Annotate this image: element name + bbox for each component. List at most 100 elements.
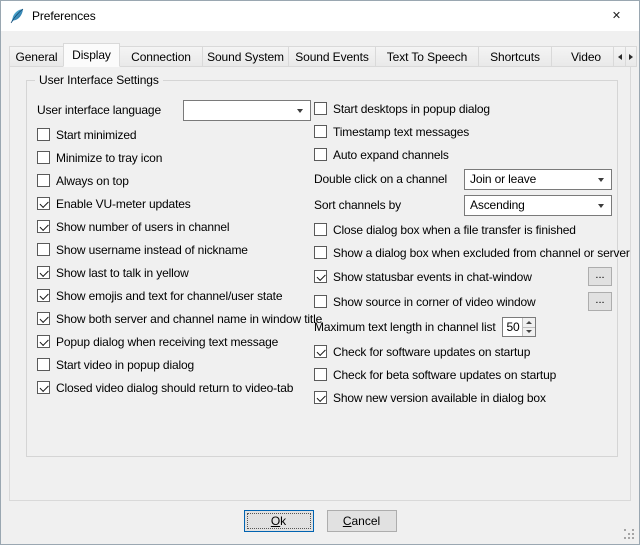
- tab-scroll-buttons: [613, 46, 637, 67]
- checkbox-start-minimized[interactable]: Start minimized: [37, 123, 311, 146]
- checkbox-icon: [37, 128, 50, 141]
- group-title: User Interface Settings: [35, 73, 163, 87]
- title-bar[interactable]: Preferences ✕: [1, 1, 639, 31]
- checkbox-icon: [37, 312, 50, 325]
- max-text-length-spinner[interactable]: 50: [502, 317, 536, 337]
- close-button[interactable]: ✕: [594, 1, 639, 30]
- checkbox-new-version-dialog[interactable]: Show new version available in dialog box: [314, 386, 612, 409]
- checkbox-emojis-and-text[interactable]: Show emojis and text for channel/user st…: [37, 284, 311, 307]
- tab-scroll-left-button[interactable]: [614, 47, 625, 66]
- chevron-down-icon: [598, 204, 604, 208]
- checkbox-excluded-dialog[interactable]: Show a dialog box when excluded from cha…: [314, 241, 612, 264]
- ok-button[interactable]: Ok: [244, 510, 314, 532]
- checkbox-server-channel-in-title[interactable]: Show both server and channel name in win…: [37, 307, 311, 330]
- checkbox-icon: [37, 220, 50, 233]
- checkbox-video-source-corner[interactable]: Show source in corner of video window: [314, 295, 536, 309]
- checkbox-timestamp-messages[interactable]: Timestamp text messages: [314, 120, 612, 143]
- checkbox-last-to-talk-yellow[interactable]: Show last to talk in yellow: [37, 261, 311, 284]
- statusbar-config-button[interactable]: ...: [588, 267, 612, 286]
- arrow-right-icon: [629, 54, 633, 60]
- tab-text-to-speech[interactable]: Text To Speech: [375, 46, 479, 67]
- close-icon: ✕: [612, 9, 621, 22]
- checkbox-icon: [314, 148, 327, 161]
- checkbox-label: Minimize to tray icon: [56, 151, 162, 165]
- checkbox-icon: [314, 223, 327, 236]
- checkbox-label: Show username instead of nickname: [56, 243, 248, 257]
- checkbox-show-user-count[interactable]: Show number of users in channel: [37, 215, 311, 238]
- checkbox-label: Start video in popup dialog: [56, 358, 194, 372]
- checkbox-icon: [314, 391, 327, 404]
- sort-channels-value: Ascending: [470, 198, 541, 212]
- checkbox-icon: [37, 197, 50, 210]
- checkbox-label: Start desktops in popup dialog: [333, 102, 490, 116]
- checkbox-desktops-popup[interactable]: Start desktops in popup dialog: [314, 97, 612, 120]
- checkbox-popup-on-text-message[interactable]: Popup dialog when receiving text message: [37, 330, 311, 353]
- ok-label: Ok: [271, 514, 286, 528]
- checkbox-label: Timestamp text messages: [333, 125, 469, 139]
- checkbox-icon: [37, 289, 50, 302]
- checkbox-label: Close dialog box when a file transfer is…: [333, 223, 576, 237]
- ellipsis-icon: ...: [595, 295, 604, 305]
- checkbox-label: Always on top: [56, 174, 129, 188]
- checkbox-vu-meter-updates[interactable]: Enable VU-meter updates: [37, 192, 311, 215]
- checkbox-label: Show source in corner of video window: [333, 295, 536, 309]
- video-source-row: Show source in corner of video window ..…: [314, 289, 612, 314]
- spin-up-button[interactable]: [523, 318, 535, 328]
- video-source-config-button[interactable]: ...: [588, 292, 612, 311]
- tab-sound-events[interactable]: Sound Events: [288, 46, 376, 67]
- statusbar-events-row: Show statusbar events in chat-window ...: [314, 264, 612, 289]
- checkbox-label: Show emojis and text for channel/user st…: [56, 289, 282, 303]
- checkbox-auto-expand-channels[interactable]: Auto expand channels: [314, 143, 612, 166]
- dialog-body: General Display Connection Sound System …: [1, 31, 639, 544]
- double-click-select[interactable]: Join or leave: [464, 169, 612, 190]
- checkbox-close-on-filetransfer[interactable]: Close dialog box when a file transfer is…: [314, 218, 612, 241]
- double-click-value: Join or leave: [470, 172, 552, 186]
- checkbox-icon: [314, 102, 327, 115]
- checkbox-icon: [37, 151, 50, 164]
- checkbox-username-instead-nickname[interactable]: Show username instead of nickname: [37, 238, 311, 261]
- checkbox-icon: [37, 174, 50, 187]
- checkbox-label: Show both server and channel name in win…: [56, 312, 322, 326]
- checkbox-label: Show statusbar events in chat-window: [333, 270, 532, 284]
- language-label: User interface language: [37, 103, 161, 117]
- checkbox-label: Check for beta software updates on start…: [333, 368, 556, 382]
- window-title: Preferences: [32, 9, 96, 23]
- spinner-value: 50: [503, 318, 522, 336]
- sort-channels-select[interactable]: Ascending: [464, 195, 612, 216]
- checkbox-label: Show a dialog box when excluded from cha…: [333, 246, 630, 260]
- checkbox-icon: [37, 335, 50, 348]
- checkbox-label: Enable VU-meter updates: [56, 197, 191, 211]
- tab-bar: General Display Connection Sound System …: [9, 43, 619, 67]
- tab-connection[interactable]: Connection: [119, 46, 203, 67]
- max-text-length-label: Maximum text length in channel list: [314, 320, 496, 334]
- checkbox-label: Popup dialog when receiving text message: [56, 335, 278, 349]
- checkbox-updates-on-startup[interactable]: Check for software updates on startup: [314, 340, 612, 363]
- checkbox-beta-updates-on-startup[interactable]: Check for beta software updates on start…: [314, 363, 612, 386]
- checkbox-closed-video-return-tab[interactable]: Closed video dialog should return to vid…: [37, 376, 311, 399]
- tab-label: Shortcuts: [490, 50, 540, 64]
- sort-channels-label: Sort channels by: [314, 198, 401, 212]
- checkbox-always-on-top[interactable]: Always on top: [37, 169, 311, 192]
- sort-channels-row: Sort channels by Ascending: [314, 192, 612, 218]
- checkbox-statusbar-events[interactable]: Show statusbar events in chat-window: [314, 270, 532, 284]
- tab-label: Connection: [131, 50, 191, 64]
- arrow-left-icon: [618, 54, 622, 60]
- checkbox-icon: [37, 381, 50, 394]
- language-select[interactable]: [183, 100, 311, 121]
- checkbox-icon: [314, 345, 327, 358]
- spin-down-button[interactable]: [523, 328, 535, 337]
- tab-scroll-right-button[interactable]: [625, 47, 636, 66]
- tab-shortcuts[interactable]: Shortcuts: [478, 46, 552, 67]
- ellipsis-icon: ...: [595, 270, 604, 280]
- tab-label: Display: [72, 48, 111, 62]
- tab-video[interactable]: Video: [551, 46, 619, 67]
- checkbox-minimize-to-tray[interactable]: Minimize to tray icon: [37, 146, 311, 169]
- cancel-button[interactable]: Cancel: [327, 510, 397, 532]
- checkbox-video-popup-dialog[interactable]: Start video in popup dialog: [37, 353, 311, 376]
- spinner-buttons: [522, 318, 535, 336]
- checkbox-icon: [314, 368, 327, 381]
- tab-display[interactable]: Display: [63, 43, 120, 67]
- tab-general[interactable]: General: [9, 46, 64, 67]
- checkbox-label: Start minimized: [56, 128, 136, 142]
- tab-sound-system[interactable]: Sound System: [202, 46, 289, 67]
